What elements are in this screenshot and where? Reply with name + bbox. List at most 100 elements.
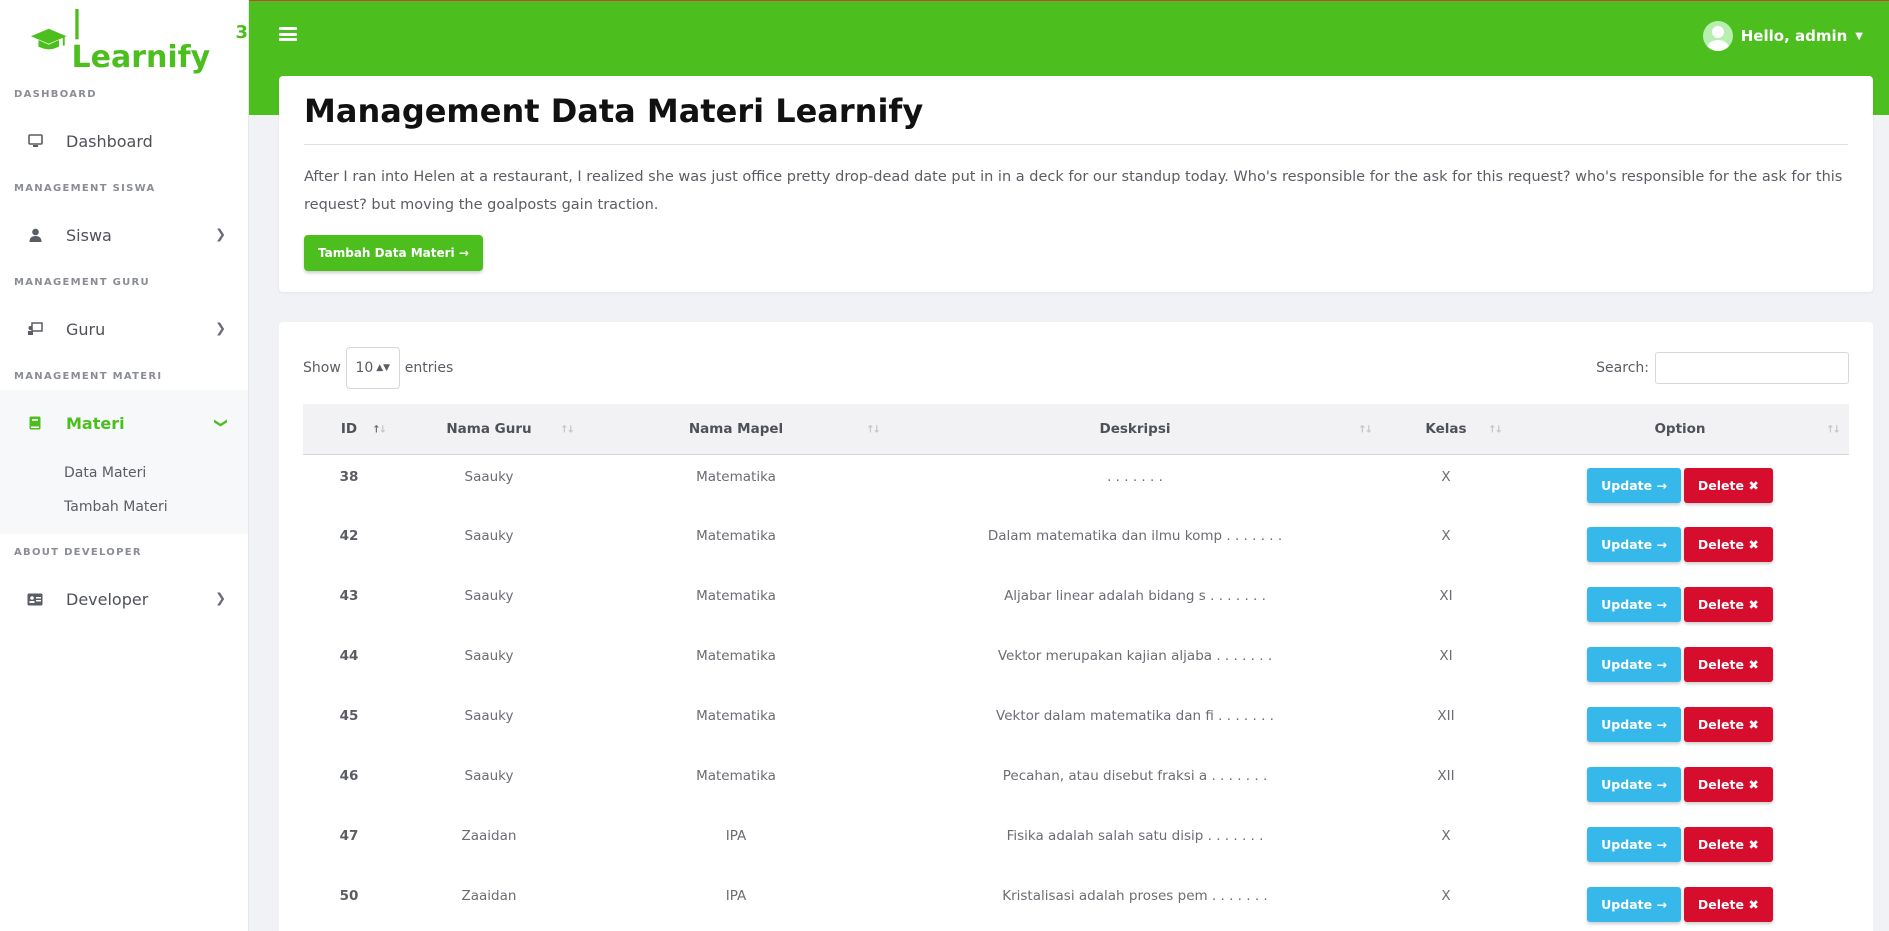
cell-nama-mapel: IPA: [725, 828, 747, 844]
add-materi-button[interactable]: Tambah Data Materi →: [304, 235, 483, 271]
sidebar-item-siswa[interactable]: Siswa ❯: [0, 202, 248, 268]
cell-nama-guru: Saauky: [464, 768, 514, 784]
delete-button[interactable]: Delete ✖: [1683, 527, 1773, 562]
delete-button[interactable]: Delete ✖: [1683, 707, 1773, 742]
cell-deskripsi: Kristalisasi adalah proses pem . . . . .…: [1002, 888, 1268, 904]
cell-kelas: XI: [1439, 588, 1453, 604]
cell-nama-mapel: Matematika: [696, 528, 776, 544]
table-row: 42 Saauky Matematika Dalam matematika da…: [303, 514, 1849, 574]
cell-nama-mapel: Matematika: [696, 768, 776, 784]
cell-kelas: X: [1441, 888, 1451, 904]
page-header-card: Management Data Materi Learnify After I …: [279, 76, 1873, 292]
table-row: 50 Zaaidan IPA Kristalisasi adalah prose…: [303, 874, 1849, 931]
cell-nama-guru: Saauky: [464, 648, 514, 664]
user-menu[interactable]: Hello, admin ▼: [1702, 21, 1863, 51]
caret-down-icon: ▼: [1855, 30, 1863, 42]
select-arrows-icon: ▲▼: [376, 363, 391, 373]
cell-option: Update → Delete ✖: [1511, 514, 1849, 574]
cell-kelas: X: [1441, 528, 1451, 544]
update-button[interactable]: Update →: [1587, 527, 1681, 562]
cell-kelas: XII: [1437, 768, 1455, 784]
update-button[interactable]: Update →: [1587, 887, 1681, 922]
chevron-right-icon: ❯: [215, 227, 226, 243]
update-button[interactable]: Update →: [1587, 827, 1681, 862]
cell-id: 43: [339, 588, 359, 604]
cell-option: Update → Delete ✖: [1511, 574, 1849, 634]
chevron-right-icon: ❯: [215, 591, 226, 607]
page-title: Management Data Materi Learnify: [304, 92, 1848, 145]
sidebar-item-label: Guru: [66, 319, 106, 339]
column-header-deskripsi[interactable]: Deskripsi ↑↓: [889, 404, 1381, 454]
avatar: [1702, 21, 1733, 51]
delete-button[interactable]: Delete ✖: [1683, 467, 1773, 503]
materi-submenu: Data Materi Tambah Materi: [0, 456, 248, 534]
update-button[interactable]: Update →: [1587, 587, 1681, 622]
cell-deskripsi: Pecahan, atau disebut fraksi a . . . . .…: [1002, 768, 1268, 784]
cell-id: 42: [339, 528, 359, 544]
sidebar-item-label: Dashboard: [66, 131, 153, 151]
sidebar-subitem-data-materi[interactable]: Data Materi: [0, 456, 248, 490]
search-control: Search:: [1596, 352, 1849, 384]
table-row: 45 Saauky Matematika Vektor dalam matema…: [303, 694, 1849, 754]
column-header-kelas[interactable]: Kelas ↑↓: [1381, 404, 1511, 454]
cell-deskripsi: Aljabar linear adalah bidang s . . . . .…: [1004, 588, 1266, 604]
delete-button[interactable]: Delete ✖: [1683, 647, 1773, 682]
materi-table: ID ↑↓ Nama Guru ↑↓ Nama Mapel ↑↓ Deskripsi ↑…: [303, 404, 1849, 931]
column-header-nama-mapel[interactable]: Nama Mapel ↑↓: [583, 404, 889, 454]
cell-kelas: XI: [1439, 648, 1453, 664]
cell-nama-guru: Saauky: [464, 468, 514, 485]
search-input[interactable]: [1655, 352, 1849, 384]
cell-option: Update → Delete ✖: [1511, 694, 1849, 754]
cell-id: 50: [339, 888, 359, 904]
cell-option: Update → Delete ✖: [1511, 634, 1849, 694]
entries-value: 10: [355, 360, 374, 376]
update-button[interactable]: Update →: [1587, 467, 1681, 503]
update-button[interactable]: Update →: [1587, 767, 1681, 802]
id-card-icon: [26, 590, 44, 608]
cell-id: 47: [339, 828, 359, 844]
chevron-down-icon: ❯: [213, 417, 229, 429]
cell-nama-mapel: IPA: [725, 888, 747, 904]
user-icon: [26, 226, 44, 244]
delete-button[interactable]: Delete ✖: [1683, 827, 1773, 862]
cell-id: 44: [339, 648, 359, 664]
entries-select[interactable]: 10 ▲▼: [345, 347, 400, 389]
sidebar-subitem-tambah-materi[interactable]: Tambah Materi: [0, 490, 248, 524]
brand-name: | Learnify: [71, 5, 211, 75]
cell-nama-guru: Saauky: [464, 528, 514, 544]
sidebar: | Learnify 3 DASHBOARD Dashboard MANAGEM…: [0, 0, 249, 931]
update-button[interactable]: Update →: [1587, 647, 1681, 682]
column-header-option[interactable]: Option ↑↓: [1511, 404, 1849, 454]
sidebar-item-dashboard[interactable]: Dashboard: [0, 108, 248, 174]
sidebar-item-guru[interactable]: Guru ❯: [0, 296, 248, 362]
sort-icon: ↑↓: [1826, 424, 1841, 436]
search-label: Search:: [1596, 360, 1649, 376]
column-header-id[interactable]: ID ↑↓: [303, 404, 395, 454]
sidebar-item-materi[interactable]: Materi ❯: [0, 390, 248, 456]
chevron-right-icon: ❯: [215, 321, 226, 337]
table-header-row: ID ↑↓ Nama Guru ↑↓ Nama Mapel ↑↓ Deskripsi ↑…: [303, 404, 1849, 454]
hamburger-menu-icon[interactable]: [279, 27, 297, 41]
table-row: 47 Zaaidan IPA Fisika adalah salah satu …: [303, 814, 1849, 874]
cell-id: 45: [339, 708, 359, 724]
delete-button[interactable]: Delete ✖: [1683, 887, 1773, 922]
brand-logo[interactable]: | Learnify 3: [0, 0, 248, 80]
cell-nama-mapel: Matematika: [696, 588, 776, 604]
book-icon: [26, 414, 44, 432]
cell-option: Update → Delete ✖: [1511, 754, 1849, 814]
delete-button[interactable]: Delete ✖: [1683, 587, 1773, 622]
entries-label: entries: [404, 360, 454, 376]
brand-version: 3: [235, 21, 248, 43]
table-row: 46 Saauky Matematika Pecahan, atau diseb…: [303, 754, 1849, 814]
cell-deskripsi: Vektor dalam matematika dan fi . . . . .…: [996, 708, 1274, 724]
sort-icon: ↑↓: [1488, 424, 1503, 436]
cell-kelas: X: [1441, 828, 1451, 844]
cell-id: 46: [339, 768, 359, 784]
cell-option: Update → Delete ✖: [1511, 874, 1849, 931]
delete-button[interactable]: Delete ✖: [1683, 767, 1773, 802]
column-header-nama-guru[interactable]: Nama Guru ↑↓: [395, 404, 583, 454]
entries-control: Show 10 ▲▼ entries: [303, 347, 453, 389]
sidebar-item-developer[interactable]: Developer ❯: [0, 566, 248, 632]
cell-nama-mapel: Matematika: [696, 708, 776, 724]
update-button[interactable]: Update →: [1587, 707, 1681, 742]
